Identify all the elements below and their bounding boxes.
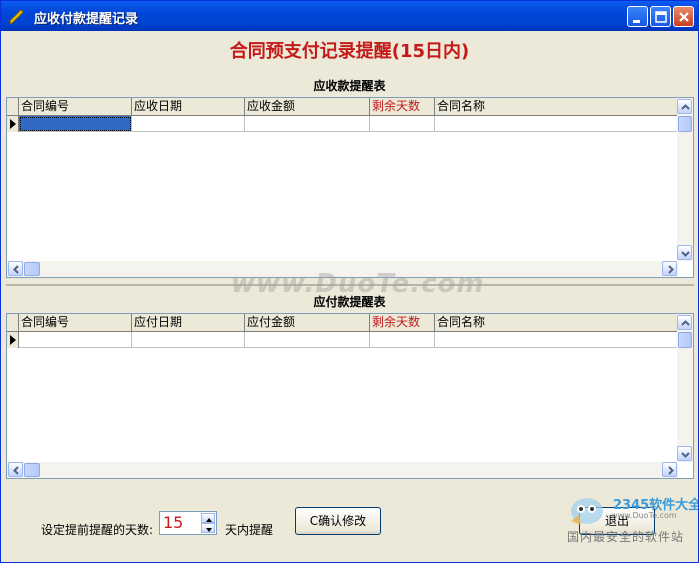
col-receive-amount[interactable]: 应收金额 xyxy=(245,98,370,115)
header-corner xyxy=(7,314,19,331)
table-cell[interactable] xyxy=(435,116,678,132)
scroll-up-button[interactable] xyxy=(677,99,692,114)
confirm-button[interactable]: C确认修改 xyxy=(295,507,381,535)
table-cell[interactable] xyxy=(435,332,678,348)
table-cell[interactable] xyxy=(132,332,245,348)
scroll-down-button[interactable] xyxy=(677,446,692,461)
spin-down-button[interactable] xyxy=(201,523,215,533)
chevron-up-icon xyxy=(681,320,690,326)
table-cell[interactable] xyxy=(245,332,370,348)
row-indicator[interactable] xyxy=(7,116,19,132)
col-contract-no[interactable]: 合同编号 xyxy=(19,314,132,331)
minimize-icon xyxy=(633,20,640,23)
payable-grid[interactable]: 合同编号 应付日期 应付金额 剩余天数 合同名称 xyxy=(6,313,694,479)
col-pay-amount[interactable]: 应付金额 xyxy=(245,314,370,331)
logo-url: www.DuoTe.com xyxy=(611,511,677,520)
header-corner xyxy=(7,98,19,115)
scroll-thumb[interactable] xyxy=(24,262,40,276)
col-receive-date[interactable]: 应收日期 xyxy=(132,98,245,115)
close-icon xyxy=(679,12,689,22)
days-label: 设定提前提醒的天数: xyxy=(41,523,154,537)
unit-label: 天内提醒 xyxy=(225,523,274,537)
app-window: 应收付款提醒记录 合同预支付记录提醒(15日内) 应收款提醒表 合同编号 应收日… xyxy=(0,0,699,563)
chevron-left-icon xyxy=(13,466,19,475)
chevron-down-icon xyxy=(681,251,690,257)
page-heading: 合同预支付记录提醒(15日内) xyxy=(229,41,470,62)
receivable-grid[interactable]: 合同编号 应收日期 应收金额 剩余天数 合同名称 xyxy=(6,97,694,278)
scroll-thumb[interactable] xyxy=(678,116,692,132)
chevron-up-icon xyxy=(681,104,690,110)
table-cell[interactable] xyxy=(19,332,132,348)
scroll-thumb[interactable] xyxy=(678,332,692,348)
app-pen-icon xyxy=(8,9,24,24)
table-cell-selected[interactable] xyxy=(19,116,132,132)
maximize-button[interactable] xyxy=(650,6,671,27)
receivable-table-title: 应收款提醒表 xyxy=(313,79,386,93)
col-days-left[interactable]: 剩余天数 xyxy=(370,98,435,115)
site-logo: 2345软件大全 www.DuoTe.com 国内最安全的软件站 xyxy=(561,491,698,551)
col-contract-no[interactable]: 合同编号 xyxy=(19,98,132,115)
current-row-arrow-icon xyxy=(10,119,16,129)
payable-header-row: 合同编号 应付日期 应付金额 剩余天数 合同名称 xyxy=(7,314,678,332)
row-indicator[interactable] xyxy=(7,332,19,348)
chevron-right-icon xyxy=(668,466,674,475)
payable-horizontal-scrollbar[interactable] xyxy=(7,462,678,478)
table-cell[interactable] xyxy=(132,116,245,132)
logo-slogan: 国内最安全的软件站 xyxy=(567,530,685,544)
days-spinner[interactable]: 15 xyxy=(159,511,217,535)
col-days-left[interactable]: 剩余天数 xyxy=(370,314,435,331)
payable-vertical-scrollbar[interactable] xyxy=(677,314,693,462)
receivable-header-row: 合同编号 应收日期 应收金额 剩余天数 合同名称 xyxy=(7,98,678,116)
table-cell[interactable] xyxy=(245,116,370,132)
window-title: 应收付款提醒记录 xyxy=(34,12,139,27)
triangle-down-icon xyxy=(206,528,212,532)
scroll-left-button[interactable] xyxy=(8,462,23,477)
chevron-down-icon xyxy=(681,452,690,458)
scroll-left-button[interactable] xyxy=(8,261,23,276)
mascot-logo-icon xyxy=(571,498,603,525)
days-value[interactable]: 15 xyxy=(163,513,183,532)
col-contract-name[interactable]: 合同名称 xyxy=(435,98,678,115)
receivable-vertical-scrollbar[interactable] xyxy=(677,98,693,261)
scroll-right-button[interactable] xyxy=(662,261,677,276)
current-row-arrow-icon xyxy=(10,335,16,345)
table-cell[interactable] xyxy=(370,116,435,132)
scroll-thumb[interactable] xyxy=(24,463,40,477)
scroll-right-button[interactable] xyxy=(662,462,677,477)
chevron-right-icon xyxy=(668,265,674,274)
maximize-icon xyxy=(655,11,667,23)
spin-up-button[interactable] xyxy=(201,513,215,523)
scroll-down-button[interactable] xyxy=(677,245,692,260)
scroll-up-button[interactable] xyxy=(677,315,692,330)
col-pay-date[interactable]: 应付日期 xyxy=(132,314,245,331)
close-button[interactable] xyxy=(673,6,694,27)
table-cell[interactable] xyxy=(370,332,435,348)
minimize-button[interactable] xyxy=(627,6,648,27)
chevron-left-icon xyxy=(13,265,19,274)
title-bar[interactable]: 应收付款提醒记录 xyxy=(1,1,698,31)
payable-table-title: 应付款提醒表 xyxy=(313,295,386,309)
col-contract-name[interactable]: 合同名称 xyxy=(435,314,678,331)
